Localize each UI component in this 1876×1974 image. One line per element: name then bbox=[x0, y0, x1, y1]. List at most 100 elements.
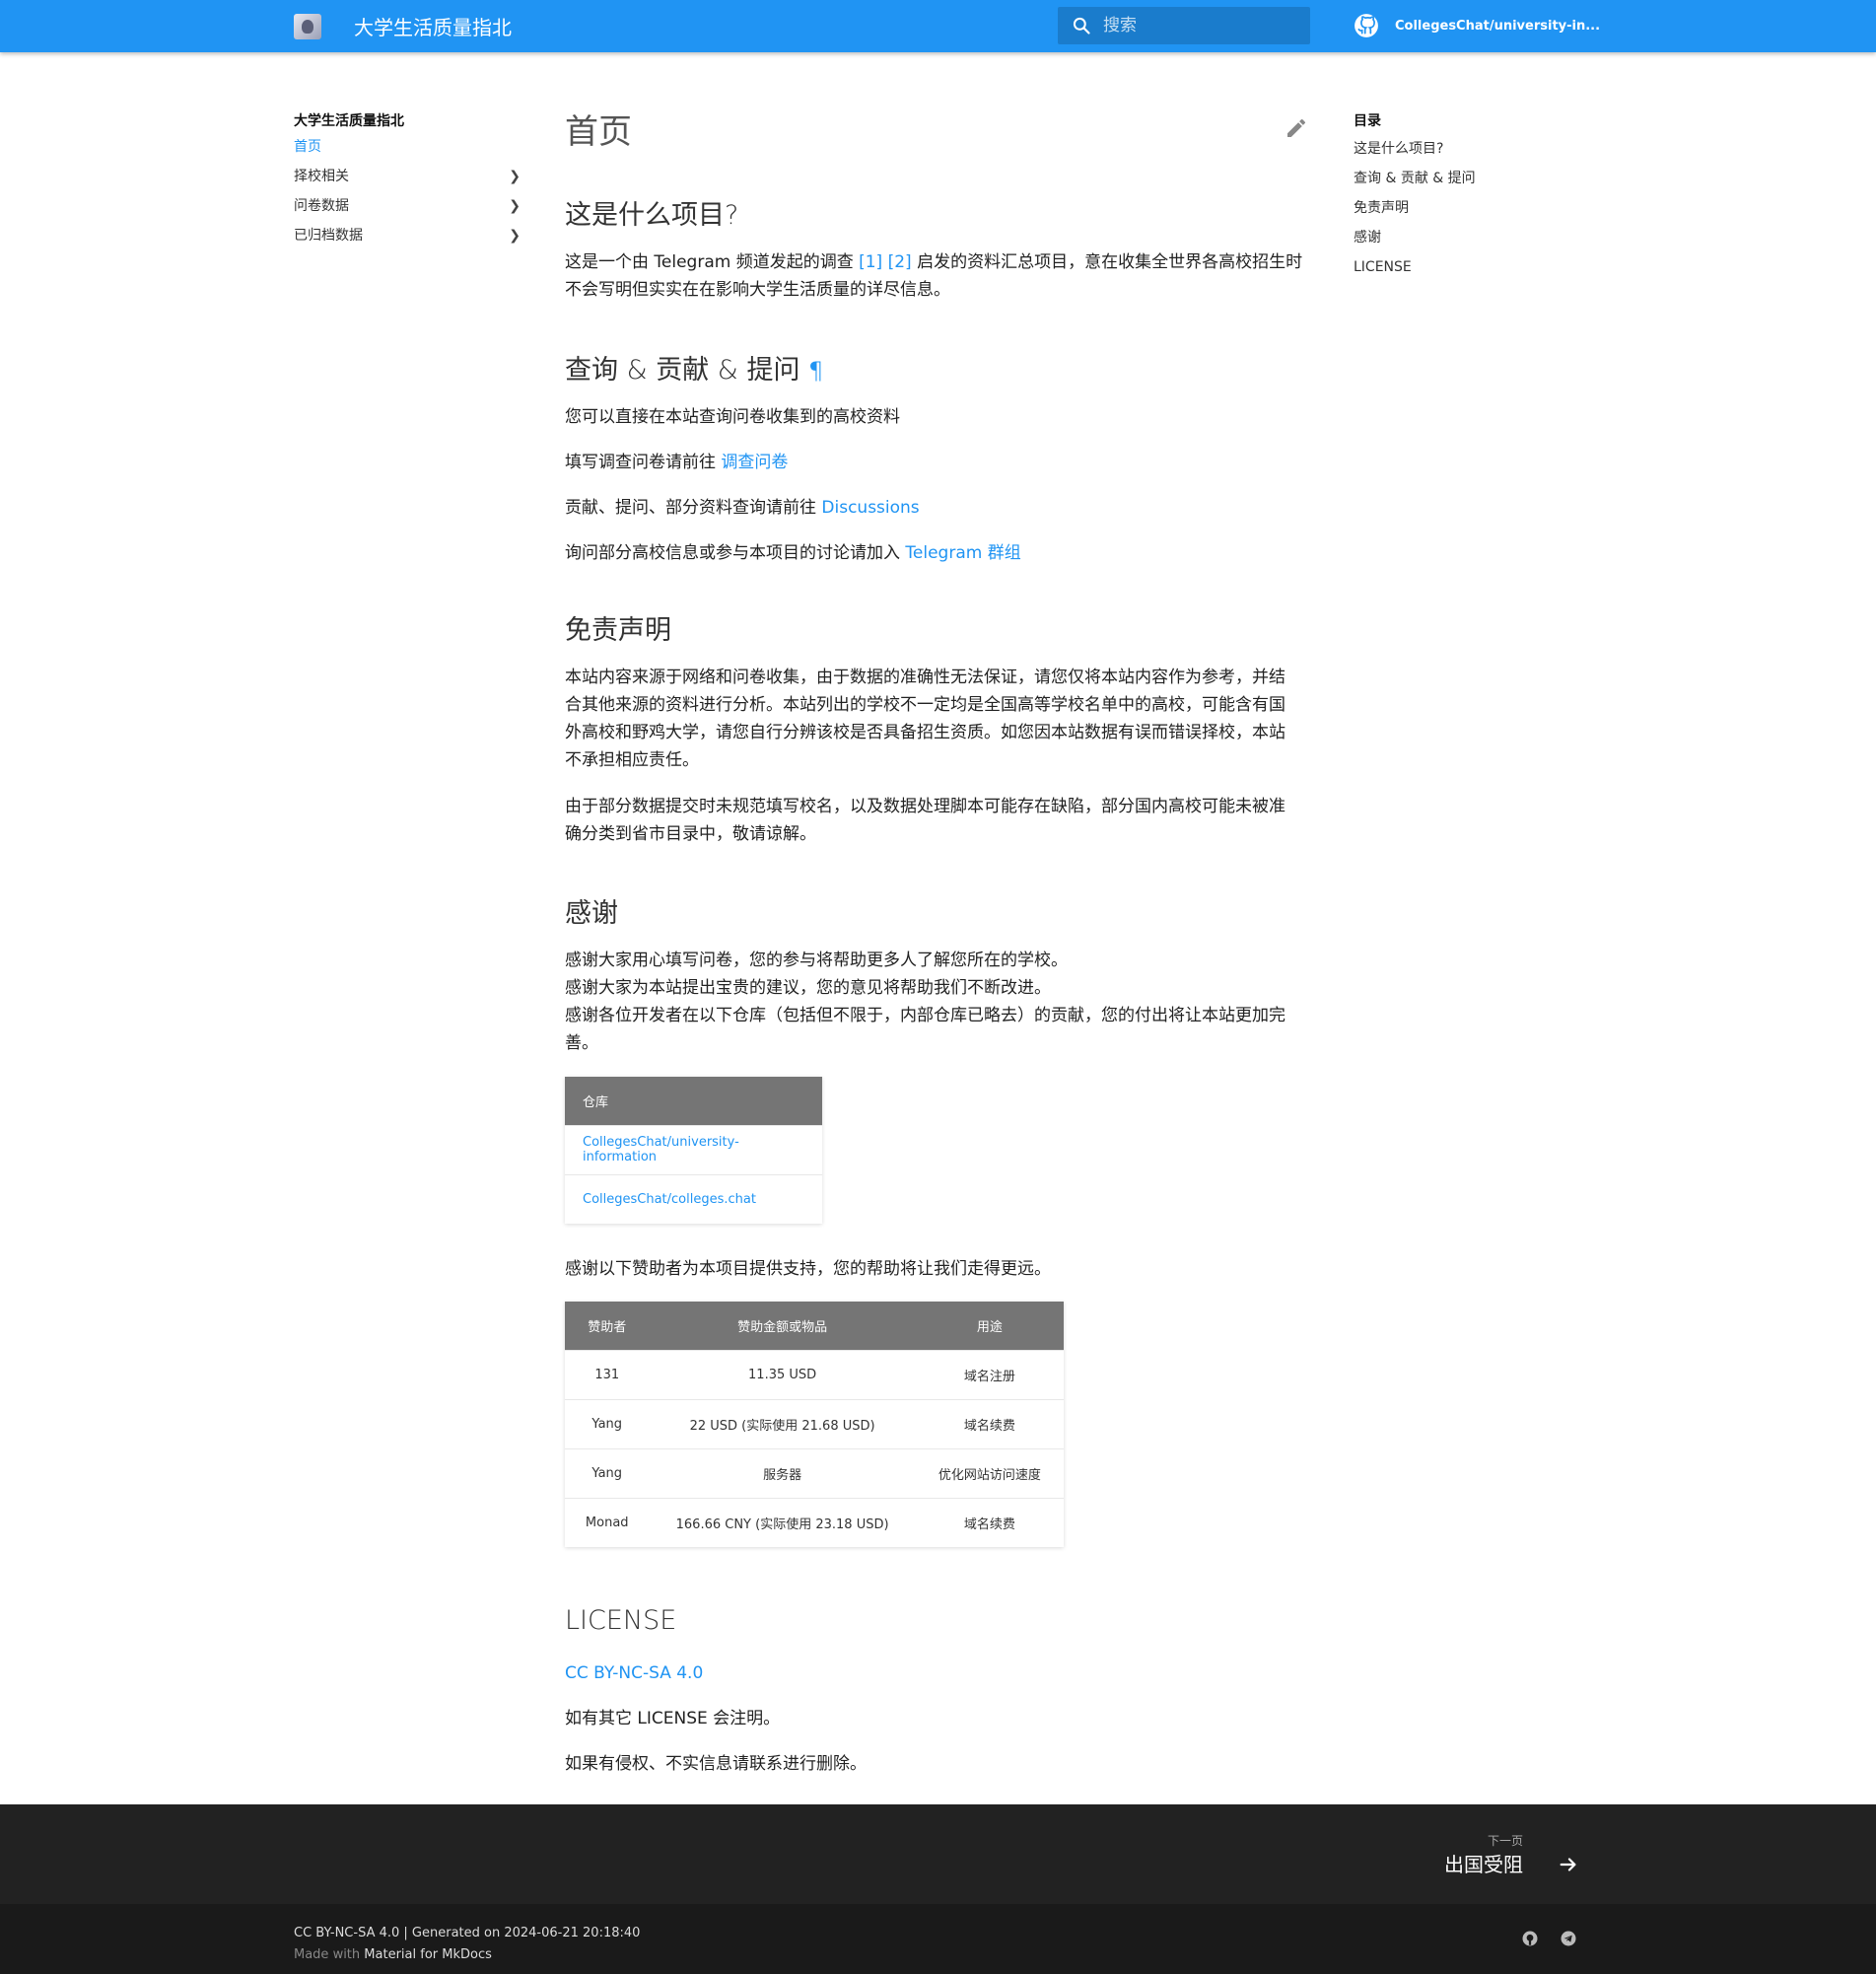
table-cell: 166.66 CNY (实际使用 23.18 USD) bbox=[649, 1497, 916, 1547]
edit-page-icon[interactable] bbox=[1285, 116, 1308, 140]
nav-item-home[interactable]: 首页 bbox=[294, 132, 521, 162]
repo-table: 仓库 CollegesChat/university-information C… bbox=[565, 1077, 822, 1224]
table-cell: 优化网站访问速度 bbox=[915, 1447, 1064, 1498]
github-icon bbox=[1355, 14, 1378, 37]
section-heading: 这是什么项目? bbox=[565, 200, 739, 231]
table-cell: 域名注册 bbox=[915, 1349, 1064, 1399]
site-logo[interactable] bbox=[294, 14, 321, 39]
table-cell: Monad bbox=[565, 1497, 650, 1547]
table-cell: Yang bbox=[565, 1398, 650, 1448]
github-icon[interactable] bbox=[1521, 1930, 1539, 1947]
text: 由于部分数据提交时未规范填写校名，以及数据处理脚本可能存在缺陷，部分国内高校可能… bbox=[565, 797, 1285, 816]
table-header-cell: 赞助者 bbox=[565, 1302, 650, 1350]
text: 确分类到省市目录中，敬请谅解。 bbox=[565, 824, 816, 844]
nav-item-label: 已归档数据 bbox=[294, 228, 363, 244]
paragraph: 如有其它 LICENSE 会注明。 bbox=[565, 1709, 781, 1728]
table-cell: 域名续费 bbox=[915, 1398, 1064, 1448]
table-of-contents: 目录 这是什么项目? 查询 & 贡献 & 提问 免责声明 感谢 LICENSE bbox=[1354, 110, 1580, 282]
table-cell: Yang bbox=[565, 1447, 650, 1498]
page-title: 首页 bbox=[565, 112, 632, 152]
reference-link-2[interactable]: [2] bbox=[888, 252, 912, 272]
repo-link[interactable]: CollegesChat/university-information bbox=[583, 1135, 739, 1164]
table-cell: 域名续费 bbox=[915, 1497, 1064, 1547]
license-link[interactable]: CC BY-NC-SA 4.0 bbox=[565, 1663, 703, 1683]
thanks-paragraph: 感谢大家用心填写问卷，您的参与将帮助更多人了解您所在的学校。 感谢大家为本站提出… bbox=[565, 947, 1324, 1057]
text: 感谢大家为本站提出宝贵的建议，您的意见将帮助我们不断改进。 bbox=[565, 978, 1051, 998]
text: 不会写明但实实在在影响大学生活质量的详尽信息。 bbox=[565, 280, 950, 300]
telegram-group-link[interactable]: Telegram 群组 bbox=[905, 543, 1020, 563]
discussions-link[interactable]: Discussions bbox=[821, 498, 919, 518]
table-row: Yang 服务器 优化网站访问速度 bbox=[565, 1447, 1064, 1498]
repo-link[interactable]: CollegesChat/colleges.chat bbox=[583, 1192, 756, 1207]
nav-item-label: 问卷数据 bbox=[294, 198, 349, 214]
sponsor-intro: 感谢以下赞助者为本项目提供支持，您的帮助将让我们走得更远。 bbox=[565, 1259, 1051, 1279]
chevron-right-icon: ❯ bbox=[509, 198, 521, 214]
search-input[interactable] bbox=[1103, 7, 1300, 44]
nav-item-survey-data[interactable]: 问卷数据 ❯ bbox=[294, 191, 521, 221]
paragraph: 您可以直接在本站查询问卷收集到的高校资料 bbox=[565, 407, 900, 427]
next-title: 出国受阻 bbox=[1444, 1853, 1523, 1876]
table-row: Yang 22 USD (实际使用 21.68 USD) 域名续费 bbox=[565, 1398, 1064, 1448]
repo-link[interactable]: CollegesChat/university-in... bbox=[1354, 12, 1600, 39]
next-label: 下一页 bbox=[1487, 1834, 1523, 1848]
arrow-right-icon bbox=[1560, 1858, 1576, 1871]
table-header-cell: 用途 bbox=[915, 1302, 1064, 1350]
paragraph: 询问部分高校信息或参与本项目的讨论请加入 Telegram 群组 bbox=[565, 539, 1021, 567]
search-box[interactable] bbox=[1058, 7, 1310, 44]
disclaimer-paragraph: 本站内容来源于网络和问卷收集，由于数据的准确性无法保证，请您仅将本站内容作为参考… bbox=[565, 664, 1324, 774]
made-with-text: Made with Material for MkDocs bbox=[294, 1947, 492, 1962]
paragraph: 贡献、提问、部分资料查询请前往 Discussions bbox=[565, 494, 920, 522]
nav-title: 大学生活质量指北 bbox=[294, 113, 404, 129]
section-heading: LICENSE bbox=[565, 1605, 677, 1636]
paragraph: CC BY-NC-SA 4.0 bbox=[565, 1659, 703, 1687]
footer-navigation: 下一页 出国受阻 bbox=[0, 1804, 1876, 1904]
table-cell: 11.35 USD bbox=[649, 1349, 916, 1399]
table-row: CollegesChat/university-information bbox=[565, 1124, 822, 1174]
section-heading: 查询 & 贡献 & 提问 ¶ bbox=[565, 348, 823, 387]
repo-name: CollegesChat/university-in... bbox=[1395, 18, 1601, 34]
nav-item-label: 择校相关 bbox=[294, 169, 349, 184]
table-cell: 服务器 bbox=[649, 1447, 916, 1498]
chevron-right-icon: ❯ bbox=[509, 228, 521, 244]
toc-item[interactable]: 感谢 bbox=[1354, 223, 1580, 252]
text: 贡献、提问、部分资料查询请前往 bbox=[565, 498, 822, 518]
table-row: 131 11.35 USD 域名注册 bbox=[565, 1349, 1064, 1399]
text: 本站内容来源于网络和问卷收集，由于数据的准确性无法保证，请您仅将本站内容作为参考… bbox=[565, 668, 1285, 687]
site-title[interactable]: 大学生活质量指北 bbox=[354, 12, 512, 40]
primary-navigation: 大学生活质量指北 首页 择校相关 ❯ 问卷数据 ❯ 已归档数据 ❯ bbox=[294, 110, 521, 250]
table-cell: 22 USD (实际使用 21.68 USD) bbox=[649, 1398, 916, 1448]
survey-link[interactable]: 调查问卷 bbox=[721, 453, 788, 472]
chevron-right-icon: ❯ bbox=[509, 169, 521, 184]
toc-item[interactable]: 免责声明 bbox=[1354, 193, 1580, 223]
toc-item[interactable]: 查询 & 贡献 & 提问 bbox=[1354, 164, 1580, 193]
paragraph: 填写调查问卷请前往 调查问卷 bbox=[565, 449, 788, 476]
nav-item-label: 首页 bbox=[294, 139, 321, 155]
permalink-anchor[interactable]: ¶ bbox=[808, 357, 823, 385]
table-cell: CollegesChat/university-information bbox=[565, 1124, 822, 1174]
telegram-icon[interactable] bbox=[1560, 1930, 1577, 1947]
text: 善。 bbox=[565, 1033, 598, 1053]
toc-item[interactable]: 这是什么项目? bbox=[1354, 134, 1580, 164]
table-header-cell: 赞助金额或物品 bbox=[649, 1302, 916, 1350]
top-app-bar: 大学生活质量指北 CollegesChat/university-in... bbox=[0, 0, 1876, 52]
toc-title: 目录 bbox=[1354, 113, 1381, 129]
nav-item-archived-data[interactable]: 已归档数据 ❯ bbox=[294, 221, 521, 250]
text: 不承担相应责任。 bbox=[565, 750, 699, 770]
text: 合其他来源的资料进行分析。本站列出的学校不一定均是全国高等学校名单中的高校，可能… bbox=[565, 695, 1285, 715]
reference-link-1[interactable]: [1] bbox=[859, 252, 882, 272]
copyright-text: CC BY-NC-SA 4.0 | Generated on 2024-06-2… bbox=[294, 1926, 641, 1940]
text: 询问部分高校信息或参与本项目的讨论请加入 bbox=[565, 543, 906, 563]
section-heading: 感谢 bbox=[565, 898, 618, 929]
text: 感谢大家用心填写问卷，您的参与将帮助更多人了解您所在的学校。 bbox=[565, 951, 1068, 970]
sponsor-table: 赞助者 赞助金额或物品 用途 131 11.35 USD 域名注册 Yang 2… bbox=[565, 1302, 1064, 1547]
nav-item-school-selection[interactable]: 择校相关 ❯ bbox=[294, 162, 521, 191]
toc-item[interactable]: LICENSE bbox=[1354, 252, 1580, 282]
table-cell: 131 bbox=[565, 1349, 650, 1399]
section-heading: 免责声明 bbox=[565, 615, 671, 646]
text: 填写调查问卷请前往 bbox=[565, 453, 722, 472]
table-header-row: 赞助者 赞助金额或物品 用途 bbox=[565, 1302, 1064, 1350]
text: 这是一个由 Telegram 频道发起的调查 bbox=[565, 252, 860, 272]
table-row: Monad 166.66 CNY (实际使用 23.18 USD) 域名续费 bbox=[565, 1497, 1064, 1547]
text: 启发的资料汇总项目，意在收集全世界各高校招生时 bbox=[911, 252, 1303, 272]
material-link[interactable]: Material for MkDocs bbox=[364, 1947, 492, 1962]
